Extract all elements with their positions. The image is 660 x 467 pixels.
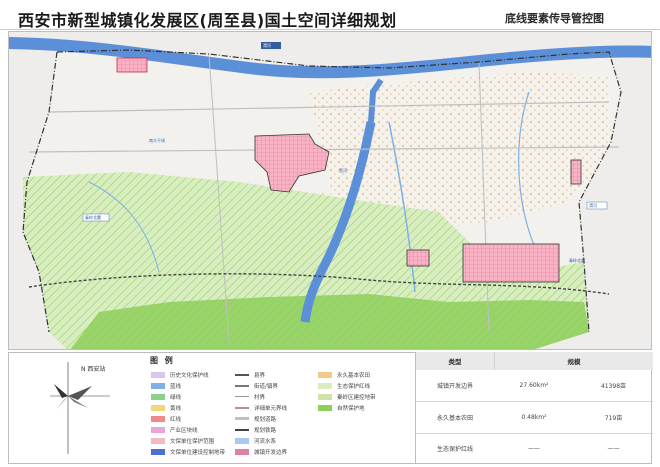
legend-swatch <box>235 384 249 387</box>
table-header-scale: 规模 <box>494 352 653 370</box>
legend-column-2: 县界 街道/镇界 村界 详细单元界线 规划道路 规划铁路 河流水系 城镇开发边界 <box>235 369 287 457</box>
legend-item: 规划铁路 <box>235 424 287 435</box>
table-cell-mu: —— <box>607 445 620 452</box>
legend-swatch <box>151 382 165 389</box>
legend-title: 图 例 <box>150 356 175 365</box>
urban-zone-ne <box>570 159 582 185</box>
legend-item: 绿线 <box>151 391 225 402</box>
legend-label: 县界 <box>254 372 266 379</box>
table-cell-type: 永久基本农田 <box>436 415 473 422</box>
legend-item: 黄线 <box>151 402 225 413</box>
legend-label: 规划铁路 <box>254 427 277 434</box>
legend-swatch <box>151 371 165 378</box>
table-cell-area: 0.48km² <box>521 414 547 421</box>
legend-item: 红线 <box>151 413 225 424</box>
legend-item: 河流水系 <box>235 435 287 446</box>
legend-label: 规划道路 <box>254 416 277 423</box>
table-header-type: 类型 <box>416 352 494 370</box>
legend-swatch <box>318 393 332 400</box>
compass-label: N 西安站 <box>81 366 106 373</box>
statistics-table: 类型 规模 城镇开发边界 27.60km² 41398亩 永久基本农田 0.48… <box>415 352 653 464</box>
legend-swatch <box>235 428 249 431</box>
map-subtitle: 底线要素传导管控图 <box>505 12 604 25</box>
legend-label: 绿线 <box>170 394 182 401</box>
legend-item: 历史文化保护线 <box>151 369 225 380</box>
legend-swatch <box>235 406 249 409</box>
page-title: 西安市新型城镇化发展区(周至县)国土空间详细规划 <box>18 11 397 30</box>
legend-swatch <box>151 448 165 455</box>
urban-zone-east <box>462 243 560 283</box>
legend-item: 产业区块线 <box>151 424 225 435</box>
legend-item: 生态保护红线 <box>318 380 376 391</box>
table-cell-type: 生态保护红线 <box>436 446 473 453</box>
legend-label: 历史文化保护线 <box>170 372 209 379</box>
map-canvas[interactable]: 渭河 渭河 黑河 秦岭北麓 秦岭北麓 南大干线 <box>8 31 652 350</box>
map-label-road: 南大干线 <box>149 137 165 143</box>
legend-label: 产业区块线 <box>170 427 198 434</box>
legend-item: 县界 <box>235 369 287 380</box>
urban-zone-small <box>406 249 430 267</box>
urban-zone-nw <box>116 57 148 73</box>
legend-swatch <box>235 373 249 376</box>
legend-item: 秦岭区建控地带 <box>318 391 376 402</box>
legend-column-3: 永久基本农田 生态保护红线 秦岭区建控地带 自然保护地 <box>318 369 376 413</box>
header-bar: 西安市新型城镇化发展区(周至县)国土空间详细规划 底线要素传导管控图 <box>0 0 660 30</box>
map-svg: 渭河 渭河 黑河 秦岭北麓 秦岭北麓 南大干线 <box>9 32 651 349</box>
legend-item: 村界 <box>235 391 287 402</box>
legend-label: 红线 <box>170 416 182 423</box>
legend-label: 河流水系 <box>254 438 277 445</box>
legend-swatch <box>318 404 332 411</box>
legend-swatch <box>235 448 249 455</box>
legend-swatch <box>235 437 249 444</box>
legend-item: 城镇开发边界 <box>235 446 287 457</box>
legend-label: 文保单位保护范围 <box>170 438 215 445</box>
table-cell-mu: 719亩 <box>604 415 623 422</box>
legend-label: 永久基本农田 <box>337 372 371 379</box>
legend-item: 蓝线 <box>151 380 225 391</box>
legend-label: 村界 <box>254 394 266 401</box>
legend-swatch <box>151 415 165 422</box>
legend-item: 文保单位保护范围 <box>151 435 225 446</box>
legend-item: 自然保护地 <box>318 402 376 413</box>
map-label-weihe-2: 渭河 <box>589 202 597 208</box>
legend-item: 街道/镇界 <box>235 380 287 391</box>
legend-swatch <box>235 396 249 397</box>
legend-item: 永久基本农田 <box>318 369 376 380</box>
legend-label: 秦岭区建控地带 <box>337 394 376 401</box>
legend-item: 详细单元界线 <box>235 402 287 413</box>
legend-swatch <box>151 393 165 400</box>
table-cell-area: 27.60km² <box>519 382 549 389</box>
legend-swatch <box>151 437 165 444</box>
legend-swatch <box>151 404 165 411</box>
map-label-qinling: 秦岭北麓 <box>85 214 101 220</box>
legend-label: 生态保护红线 <box>337 383 371 390</box>
legend-label: 城镇开发边界 <box>254 449 288 456</box>
legend-label: 街道/镇界 <box>254 383 278 390</box>
legend-label: 文保单位建设控制地带 <box>170 449 226 456</box>
legend-label: 黄线 <box>170 405 182 412</box>
legend-item: 规划道路 <box>235 413 287 424</box>
table-cell-type: 城镇开发边界 <box>436 383 473 390</box>
legend-label: 详细单元界线 <box>254 405 288 412</box>
legend-swatch <box>318 382 332 389</box>
table-cell-mu: 41398亩 <box>600 383 627 390</box>
legend-swatch <box>151 426 165 433</box>
map-label-qinling-2: 秦岭北麓 <box>569 257 585 263</box>
table-cell-area: —— <box>528 445 540 452</box>
legend-label: 自然保护地 <box>337 405 365 412</box>
compass-rose <box>50 362 110 454</box>
legend-swatch <box>235 417 249 420</box>
legend-label: 蓝线 <box>170 383 182 390</box>
legend-column-1: 历史文化保护线 蓝线 绿线 黄线 红线 产业区块线 文保单位保护范围 文保单位建… <box>151 369 225 457</box>
map-label-heihe: 黑河 <box>339 167 347 173</box>
map-label-weihe: 渭河 <box>263 42 271 48</box>
legend-item: 文保单位建设控制地带 <box>151 446 225 457</box>
legend-swatch <box>318 371 332 378</box>
